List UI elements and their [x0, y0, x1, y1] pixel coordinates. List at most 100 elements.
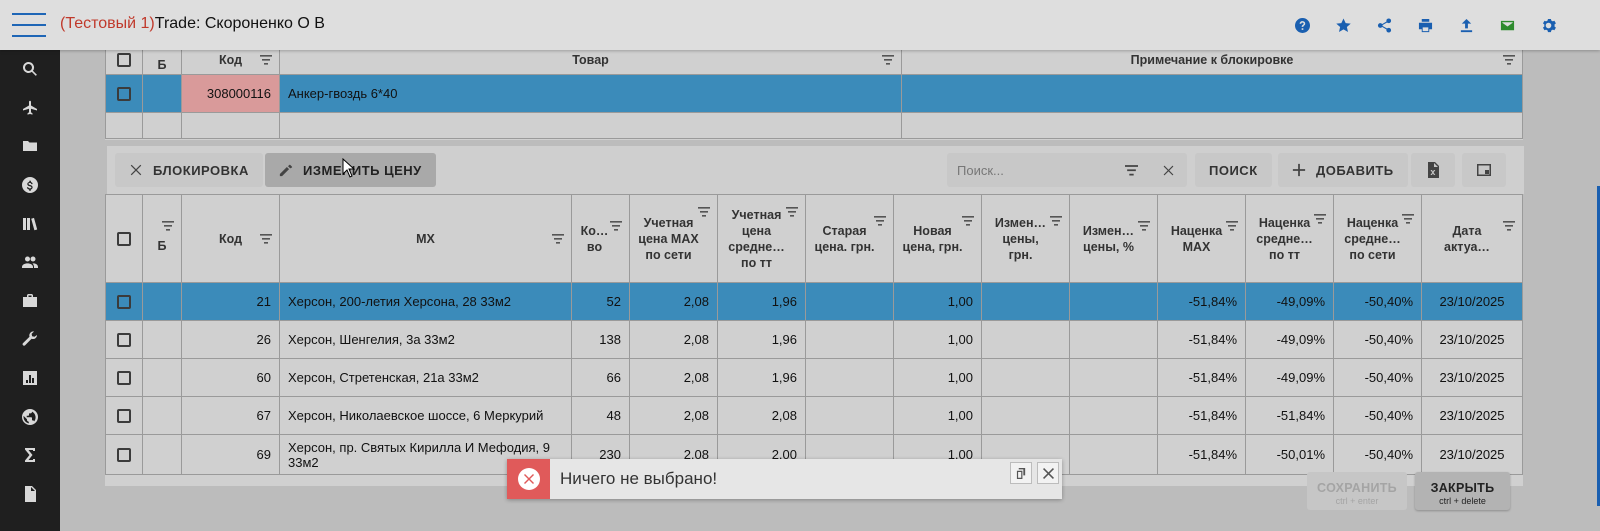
header-date[interactable]: Дата актуа… [1421, 194, 1523, 283]
save-button[interactable]: СОХРАНИТЬ ctrl + enter [1307, 472, 1407, 510]
copy-icon[interactable] [1010, 462, 1032, 484]
row-checkbox-cell[interactable] [105, 434, 143, 475]
header-markup-avg-net[interactable]: Наценка средне… по сети [1333, 194, 1422, 283]
row-checkbox[interactable] [117, 295, 131, 310]
filter-icon[interactable] [1050, 216, 1062, 226]
table-row[interactable]: 60 Херсон, Стретенская, 21а 33м2 66 2,08… [105, 358, 1523, 397]
filter-icon[interactable] [260, 233, 272, 244]
books-icon[interactable] [0, 204, 60, 243]
header-change-pct-label: Измен… цены, % [1082, 223, 1135, 254]
table-row-empty [105, 112, 1523, 139]
table-row[interactable]: 26 Херсон, Шенгелия, 3а 33м2 138 2,08 1,… [105, 320, 1523, 359]
table-row[interactable]: 67 Херсон, Николаевское шоссе, 6 Меркури… [105, 396, 1523, 435]
close-button[interactable]: ЗАКРЫТЬ ctrl + delete [1415, 472, 1510, 510]
row-checkbox[interactable] [117, 371, 131, 386]
cell-new-price: 1,00 [893, 396, 982, 435]
row-checkbox[interactable] [117, 87, 131, 102]
block-button[interactable]: БЛОКИРОВКА [115, 153, 263, 187]
close-icon[interactable] [1037, 462, 1059, 484]
row-checkbox-cell[interactable] [105, 358, 143, 397]
filter-icon[interactable] [962, 216, 974, 226]
filter-icon[interactable] [162, 221, 174, 231]
settings-icon[interactable] [1538, 15, 1558, 35]
row-checkbox-cell[interactable] [105, 282, 143, 321]
add-button[interactable]: ДОБАВИТЬ [1278, 153, 1408, 187]
search-icon[interactable] [0, 50, 60, 89]
row-checkbox-cell[interactable] [105, 320, 143, 359]
filter-icon[interactable] [882, 54, 894, 65]
header-price-max[interactable]: Учетная цена MAX по сети [629, 194, 718, 283]
header-qty[interactable]: Ко… во [571, 194, 630, 283]
filter-icon[interactable] [552, 233, 564, 244]
menu-burger-icon[interactable] [12, 12, 46, 38]
row-checkbox[interactable] [117, 448, 131, 463]
cell-qty: 138 [571, 320, 630, 359]
filter-icon[interactable] [1138, 221, 1150, 231]
cell-code: 67 [181, 396, 280, 435]
cell-qty: 52 [571, 282, 630, 321]
header-old-price[interactable]: Старая цена. грн. [805, 194, 894, 283]
select-all-checkbox[interactable] [117, 232, 131, 247]
sigma-icon[interactable] [0, 436, 60, 475]
filter-icon[interactable] [1402, 214, 1414, 224]
people-icon[interactable] [0, 243, 60, 282]
window-toggle-button[interactable] [1462, 153, 1506, 187]
filter-icon[interactable] [260, 54, 272, 65]
row-checkbox-cell[interactable] [105, 74, 143, 113]
header-new-price[interactable]: Новая цена, грн. [893, 194, 982, 283]
header-change-pct[interactable]: Измен… цены, % [1069, 194, 1158, 283]
cell-code: 60 [181, 358, 280, 397]
upload-icon[interactable] [1456, 15, 1476, 35]
cell-old-price [805, 358, 894, 397]
cell-b [142, 74, 182, 113]
cell-markup-max: -51,84% [1157, 434, 1246, 475]
top-icons [1292, 15, 1558, 35]
header-price-avg[interactable]: Учетная цена средне… по тт [717, 194, 806, 283]
header-b[interactable]: Б [142, 194, 182, 283]
export-excel-button[interactable] [1411, 153, 1455, 187]
plane-icon[interactable] [0, 89, 60, 128]
mail-icon[interactable] [1497, 15, 1517, 35]
filter-icon[interactable] [1503, 54, 1515, 65]
header-code[interactable]: Код [181, 194, 280, 283]
row-checkbox[interactable] [117, 409, 131, 424]
select-all-checkbox-cell[interactable] [105, 194, 143, 283]
cell-note [901, 74, 1523, 113]
header-markup-avg-tt[interactable]: Наценка средне… по тт [1245, 194, 1334, 283]
filter-icon[interactable] [1314, 214, 1326, 224]
filter-icon[interactable] [1503, 221, 1515, 231]
row-checkbox-cell[interactable] [105, 396, 143, 435]
filter-icon[interactable] [1123, 162, 1139, 178]
header-markup-max[interactable]: Наценка MAX [1157, 194, 1246, 283]
header-mh[interactable]: МХ [279, 194, 572, 283]
globe-icon[interactable] [0, 397, 60, 436]
dollar-icon[interactable] [0, 166, 60, 205]
star-icon[interactable] [1333, 15, 1353, 35]
chart-icon[interactable] [0, 359, 60, 398]
wrench-icon[interactable] [0, 320, 60, 359]
filter-icon[interactable] [1226, 221, 1238, 231]
header-markup-avg-tt-label: Наценка средне… по тт [1256, 215, 1313, 262]
table-row[interactable]: 21 Херсон, 200-летия Херсона, 28 33м2 52… [105, 282, 1523, 321]
header-change-uah[interactable]: Измен… цены, грн. [981, 194, 1070, 283]
filter-icon[interactable] [698, 207, 710, 217]
folder-icon[interactable] [0, 127, 60, 166]
share-icon[interactable] [1374, 15, 1394, 35]
table-row[interactable]: 308000116 Анкер-гвоздь 6*40 [105, 74, 1523, 113]
filter-icon[interactable] [786, 207, 798, 217]
search-input[interactable] [957, 161, 1117, 179]
clear-search-icon[interactable] [1160, 162, 1176, 178]
help-icon[interactable] [1292, 15, 1312, 35]
cell-new-price: 1,00 [893, 282, 982, 321]
select-all-checkbox[interactable] [117, 53, 131, 68]
search-button[interactable]: ПОИСК [1195, 153, 1272, 187]
filter-icon[interactable] [610, 221, 622, 231]
top-bar: (Тестовый 1)Trade: Скороненко О В [0, 0, 1600, 50]
header-qty-label: Ко… во [580, 223, 609, 254]
print-icon[interactable] [1415, 15, 1435, 35]
row-checkbox[interactable] [117, 333, 131, 348]
briefcase-icon[interactable] [0, 282, 60, 321]
document-icon[interactable] [0, 475, 60, 514]
filter-icon[interactable] [874, 216, 886, 226]
cell-mh: Херсон, 200-летия Херсона, 28 33м2 [279, 282, 572, 321]
